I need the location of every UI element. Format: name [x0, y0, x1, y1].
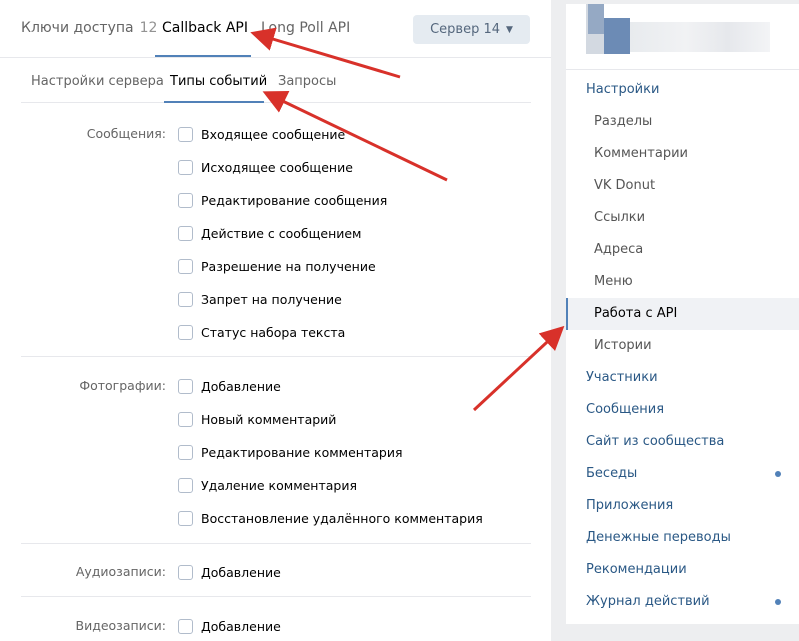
- tab-long-poll-api[interactable]: Long Poll API: [261, 20, 350, 36]
- checkbox[interactable]: [178, 225, 193, 241]
- checkbox-label: Добавление: [201, 618, 281, 634]
- server-select-button[interactable]: Сервер 14 ▼: [413, 15, 530, 44]
- checkbox[interactable]: [178, 618, 193, 634]
- checkbox-label: Входящее сообщение: [201, 126, 346, 142]
- checkbox-label: Добавление: [201, 378, 281, 394]
- nav-item-sections[interactable]: Разделы: [566, 106, 799, 138]
- tab-callback-api[interactable]: Callback API: [162, 20, 248, 36]
- blurred-block: [588, 4, 604, 34]
- section-divider: [21, 596, 531, 597]
- nav-item-chats-wrap: Беседы: [566, 458, 799, 490]
- checkbox-label: Статус набора текста: [201, 324, 346, 340]
- tab-access-keys-label: Ключи доступа: [21, 20, 134, 36]
- checkbox-row[interactable]: Статус набора текста: [178, 323, 345, 341]
- server-select-label: Сервер 14: [430, 22, 500, 37]
- tab-access-keys[interactable]: Ключи доступа 12: [21, 20, 157, 36]
- section-label-audio: Аудиозаписи:: [75, 564, 166, 579]
- checkbox-label: Редактирование сообщения: [201, 192, 388, 208]
- checkbox[interactable]: [178, 477, 193, 493]
- nav-item-menu[interactable]: Меню: [566, 266, 799, 298]
- section-label-photos: Фотографии:: [79, 378, 166, 393]
- checkbox[interactable]: [178, 159, 193, 175]
- nav-item-recommendations[interactable]: Рекомендации: [566, 554, 799, 586]
- checkbox-row[interactable]: Редактирование комментария: [178, 443, 403, 461]
- checkbox-row[interactable]: Разрешение на получение: [178, 257, 376, 275]
- checkbox-label: Новый комментарий: [201, 411, 337, 427]
- section-divider: [21, 543, 531, 544]
- checkbox-row[interactable]: Действие с сообщением: [178, 224, 362, 242]
- community-nav-panel: Настройки Разделы Комментарии VK Donut С…: [566, 4, 799, 624]
- checkbox[interactable]: [178, 126, 193, 142]
- sub-tabs: Настройки сервера Типы событий Запросы: [21, 58, 531, 103]
- nav-item-stories[interactable]: Истории: [566, 330, 799, 362]
- tab-event-types[interactable]: Типы событий: [170, 74, 267, 89]
- tab-server-settings[interactable]: Настройки сервера: [31, 74, 164, 89]
- checkbox[interactable]: [178, 192, 193, 208]
- checkbox[interactable]: [178, 564, 193, 580]
- checkbox-label: Запрет на получение: [201, 291, 342, 307]
- checkbox-label: Исходящее сообщение: [201, 159, 353, 175]
- checkbox-row[interactable]: Редактирование сообщения: [178, 191, 387, 209]
- nav-item-members[interactable]: Участники: [566, 362, 799, 394]
- active-subtab-underline: [164, 101, 264, 103]
- checkbox-row[interactable]: Добавление: [178, 377, 281, 395]
- nav-item-links[interactable]: Ссылки: [566, 202, 799, 234]
- nav-item-comments[interactable]: Комментарии: [566, 138, 799, 170]
- nav-item-settings[interactable]: Настройки: [566, 74, 799, 106]
- nav-item-messages[interactable]: Сообщения: [566, 394, 799, 426]
- section-label-video: Видеозаписи:: [75, 618, 167, 633]
- checkbox-row[interactable]: Добавление: [178, 563, 281, 581]
- checkbox-row[interactable]: Восстановление удалённого комментария: [178, 509, 483, 527]
- checkbox[interactable]: [178, 291, 193, 307]
- checkbox-label: Восстановление удалённого комментария: [201, 510, 483, 526]
- notification-dot-icon: [775, 599, 781, 605]
- nav-item-api[interactable]: Работа с API: [566, 298, 799, 330]
- checkbox-row[interactable]: Удаление комментария: [178, 476, 357, 494]
- tab-access-keys-count: 12: [139, 20, 158, 36]
- checkbox-row[interactable]: Добавление: [178, 617, 281, 635]
- main-panel: Ключи доступа 12 Callback API Long Poll A…: [0, 0, 551, 641]
- checkbox-label: Удаление комментария: [201, 477, 357, 493]
- nav-item-money-transfers[interactable]: Денежные переводы: [566, 522, 799, 554]
- active-tab-underline: [155, 55, 251, 57]
- section-divider: [21, 356, 531, 357]
- checkbox-label: Редактирование комментария: [201, 444, 403, 460]
- checkbox-row[interactable]: Запрет на получение: [178, 290, 342, 308]
- notification-dot-icon: [775, 471, 781, 477]
- checkbox-row[interactable]: Входящее сообщение: [178, 125, 345, 143]
- checkbox[interactable]: [178, 411, 193, 427]
- checkbox-row[interactable]: Исходящее сообщение: [178, 158, 353, 176]
- chevron-down-icon: ▼: [506, 25, 513, 35]
- nav-item-chats[interactable]: Беседы: [566, 458, 799, 490]
- checkbox[interactable]: [178, 510, 193, 526]
- checkbox[interactable]: [178, 258, 193, 274]
- nav-item-apps[interactable]: Приложения: [566, 490, 799, 522]
- top-tabs: Ключи доступа 12 Callback API Long Poll A…: [0, 0, 551, 58]
- checkbox-label: Разрешение на получение: [201, 258, 376, 274]
- nav-item-log-wrap: Журнал действий: [566, 586, 799, 618]
- community-header-blurred: [566, 4, 799, 70]
- nav-item-action-log[interactable]: Журнал действий: [566, 586, 799, 618]
- tab-requests[interactable]: Запросы: [278, 74, 336, 89]
- section-label-messages: Сообщения:: [86, 126, 166, 141]
- checkbox[interactable]: [178, 324, 193, 340]
- checkbox-label: Добавление: [201, 564, 281, 580]
- checkbox[interactable]: [178, 444, 193, 460]
- nav-item-site[interactable]: Сайт из сообщества: [566, 426, 799, 458]
- blurred-block: [604, 18, 630, 54]
- checkbox-row[interactable]: Новый комментарий: [178, 410, 336, 428]
- nav-item-addresses[interactable]: Адреса: [566, 234, 799, 266]
- checkbox[interactable]: [178, 378, 193, 394]
- nav-item-vk-donut[interactable]: VK Donut: [566, 170, 799, 202]
- checkbox-label: Действие с сообщением: [201, 225, 362, 241]
- blurred-block: [630, 22, 770, 52]
